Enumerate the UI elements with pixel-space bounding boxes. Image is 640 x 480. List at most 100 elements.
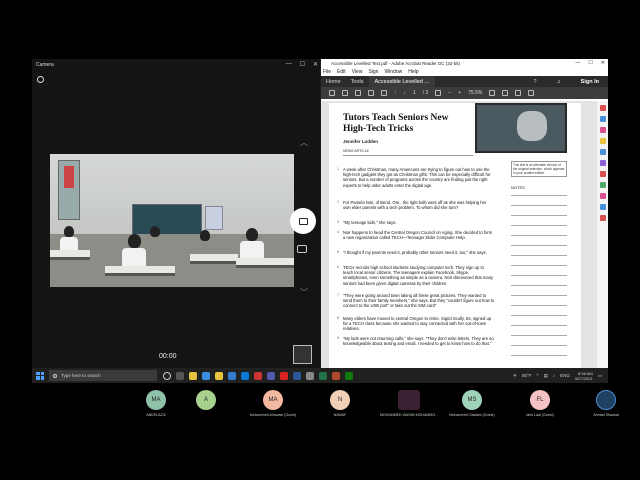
zoom-out-icon[interactable]: −: [448, 90, 451, 96]
next-page-icon[interactable]: ↓: [404, 90, 407, 96]
taskbar-search[interactable]: Type here to search: [49, 370, 157, 381]
acrobat-title-bar: Accessible Levelled Text.pdf - Adobe Acr…: [321, 59, 608, 68]
save-icon[interactable]: [329, 90, 335, 96]
avatar: MA: [263, 390, 283, 410]
chevron-up-icon[interactable]: ︿: [300, 137, 308, 148]
participant-name: MOHAMMED WASIM MOHAMMO...: [379, 413, 439, 417]
menu-window[interactable]: Window: [384, 69, 402, 75]
sign-in-button[interactable]: Sign In: [576, 79, 604, 85]
zoom-level[interactable]: 75.5%: [468, 90, 482, 96]
cortana-icon[interactable]: [163, 371, 171, 380]
teams-icon[interactable]: [267, 371, 275, 380]
upload-icon[interactable]: [355, 90, 361, 96]
share-icon[interactable]: [528, 90, 535, 96]
bookmark-icon[interactable]: [342, 90, 348, 96]
participant-tile[interactable]: [398, 390, 420, 410]
redact-icon[interactable]: [599, 171, 606, 177]
video-record-button[interactable]: [290, 208, 316, 234]
paragraph: 5 "I thought if my parents need it, proba…: [337, 250, 487, 255]
protect-icon[interactable]: [599, 182, 606, 188]
powerpoint-icon[interactable]: [332, 371, 340, 380]
camera-app-icon[interactable]: [306, 371, 314, 380]
search-icon[interactable]: [381, 90, 387, 96]
acrobat-toolbar: ↑ ↓ 1 / 2 − + 75.5%: [321, 87, 608, 99]
fill-sign-icon[interactable]: [599, 193, 606, 199]
edge-icon[interactable]: [202, 371, 210, 380]
taskbar-clock[interactable]: 8:58 AM 5/27/2021: [575, 371, 593, 381]
tab-home[interactable]: Home: [321, 79, 346, 85]
pen-icon[interactable]: [515, 90, 522, 96]
tray-overflow-icon[interactable]: ^: [537, 373, 539, 378]
export-pdf-icon[interactable]: [599, 105, 606, 111]
bell-icon[interactable]: ♫: [552, 79, 566, 85]
participant-tile[interactable]: MA: [146, 390, 166, 410]
paragraph: 7 "They were going around town taking all…: [337, 293, 495, 309]
tab-tools[interactable]: Tools: [346, 79, 369, 85]
minimize-button[interactable]: —: [286, 61, 292, 68]
participant-tile[interactable]: A: [196, 390, 216, 410]
network-icon[interactable]: ▤: [544, 373, 548, 379]
xbox-icon[interactable]: [345, 371, 353, 380]
comment-icon[interactable]: [599, 138, 606, 144]
tab-document[interactable]: Accessible Levelled ...: [368, 76, 435, 87]
weather-temp[interactable]: 85°F: [522, 373, 532, 378]
create-pdf-icon[interactable]: [599, 116, 606, 122]
close-button[interactable]: ✕: [313, 61, 318, 68]
page-current[interactable]: 1: [413, 90, 416, 96]
zoom-in-icon[interactable]: +: [458, 90, 461, 96]
avatar: MA: [146, 390, 166, 410]
prev-page-icon[interactable]: ↑: [394, 90, 397, 96]
minimize-button[interactable]: —: [575, 60, 580, 66]
gear-icon[interactable]: [37, 76, 44, 83]
search-placeholder: Type here to search: [61, 373, 101, 378]
participant-tile[interactable]: [596, 390, 616, 410]
camera-title: Camera: [36, 62, 54, 68]
language-indicator[interactable]: ENG: [560, 373, 570, 378]
help-icon[interactable]: ?: [528, 79, 541, 85]
menu-edit[interactable]: Edit: [337, 69, 346, 75]
send-icon[interactable]: [599, 204, 606, 210]
file-explorer-icon[interactable]: [215, 371, 223, 380]
store-icon[interactable]: [241, 371, 249, 380]
close-button[interactable]: ✕: [601, 60, 605, 66]
last-capture-thumbnail[interactable]: [293, 345, 312, 364]
camera-icon[interactable]: [297, 245, 307, 253]
acrobat-icon[interactable]: [280, 371, 288, 380]
menu-help[interactable]: Help: [408, 69, 418, 75]
excel-icon[interactable]: [319, 371, 327, 380]
word-icon[interactable]: [293, 371, 301, 380]
weather-icon[interactable]: ☀: [513, 373, 517, 379]
paragraph: 6 TECH recruits high school students stud…: [337, 265, 494, 286]
menu-file[interactable]: File: [323, 69, 331, 75]
combine-files-icon[interactable]: [599, 149, 606, 155]
participant-tile[interactable]: N: [330, 390, 350, 410]
task-view-icon[interactable]: [176, 371, 184, 380]
mail-icon[interactable]: [228, 371, 236, 380]
comment-icon[interactable]: [502, 90, 509, 96]
maximize-button[interactable]: ☐: [588, 60, 592, 66]
print-icon[interactable]: [368, 90, 374, 96]
maximize-button[interactable]: ☐: [300, 61, 305, 68]
participant-name: Mohammed Saalam (Guest): [449, 413, 495, 417]
fit-page-icon[interactable]: [489, 90, 496, 96]
organize-pages-icon[interactable]: [599, 160, 606, 166]
participant-name: Ahmad Shaukat: [593, 413, 619, 417]
participant-tile[interactable]: MS: [462, 390, 482, 410]
menu-sign[interactable]: Sign: [368, 69, 378, 75]
document-viewport[interactable]: Tutors Teach Seniors New High-Tech Trick…: [321, 101, 597, 368]
windows-start-icon[interactable]: [36, 371, 44, 380]
notifications-icon[interactable]: ▭: [598, 373, 602, 379]
edit-pdf-icon[interactable]: [599, 127, 606, 133]
participant-tile[interactable]: MA: [263, 390, 283, 410]
menu-view[interactable]: View: [352, 69, 363, 75]
more-tools-icon[interactable]: [599, 215, 606, 221]
chevron-down-icon[interactable]: ﹀: [300, 287, 308, 298]
participant-tile[interactable]: FL: [530, 390, 550, 410]
select-icon[interactable]: [435, 90, 442, 96]
volume-icon[interactable]: ♪: [553, 373, 555, 378]
article-author: Jennifer Ludden: [343, 139, 379, 144]
camera-window: Camera — ☐ ✕ ︿ ﹀ 00:00: [32, 59, 320, 368]
office-icon[interactable]: [254, 371, 262, 380]
chrome-icon[interactable]: [189, 371, 197, 380]
avatar: [398, 390, 420, 410]
